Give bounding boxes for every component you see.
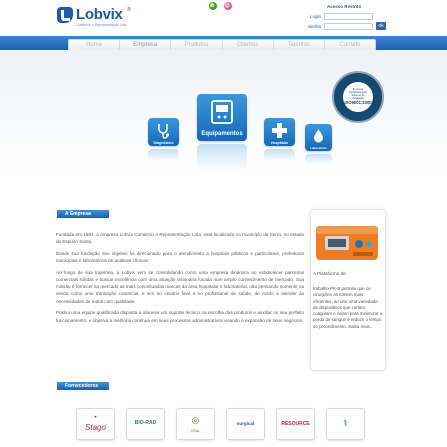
logo-tagline: Comércio e Representação Ltda [76, 23, 127, 27]
about-paragraph: Fundada em 1994, a empresa Lobvix Comérc… [56, 232, 304, 245]
about-text: Fundada em 1994, a empresa Lobvix Comérc… [56, 231, 304, 328]
iso-certification-seal: Empresa Certificada pelo Sistema de Qual… [332, 71, 384, 123]
stethoscope-icon [158, 124, 170, 139]
seal-inner: Empresa Certificada pelo Sistema de Qual… [343, 82, 373, 112]
product-description[interactable]: trabalho PK-B permite que os cirurgiões … [313, 286, 383, 330]
medical-cross-icon [272, 123, 287, 138]
supplier-logo-text: Stago [85, 423, 106, 432]
featured-product-card[interactable]: A Plataforma de trabalho PK-B permite qu… [311, 210, 385, 370]
category-equipamentos[interactable]: Equipamentos [197, 94, 247, 170]
category-diagnostico[interactable]: Diagnóstico [148, 118, 179, 161]
category-laboratorio[interactable]: Laboratório [305, 124, 332, 164]
product-photo [316, 226, 378, 260]
supplier-logo-cral[interactable]: ◎ CRAL [176, 408, 215, 440]
supplier-logo-stago[interactable]: ♥ Stago [76, 408, 115, 440]
supplier-logo-text: BIO-RAD [134, 420, 157, 426]
logo-mark-icon [57, 7, 73, 23]
about-paragraph: Ao longo de sua trajetória, a Lobvix vem… [56, 269, 304, 304]
category-reflection [305, 154, 332, 164]
lobvix-logo[interactable]: Lobvix ® Comércio e Representação Ltda [57, 6, 137, 28]
category-reflection [197, 144, 247, 170]
supplier-logo-text: RESOURCE [281, 421, 310, 427]
login-label: Login [309, 14, 321, 19]
password-input[interactable] [324, 23, 373, 30]
brazil-flag-icon[interactable] [209, 2, 217, 10]
language-flag-icon[interactable] [224, 2, 232, 10]
monitor-device-icon [211, 100, 233, 124]
logo-registered-mark: ® [127, 7, 131, 13]
supplier-logo-text: surgical [236, 421, 255, 426]
login-row: Login [305, 13, 387, 21]
water-drop-icon [314, 129, 323, 143]
fornecedores-heading: Fornecedores [57, 382, 109, 390]
seal-caption: Empresa Certificada pelo Sistema de Qual… [348, 88, 368, 100]
supplier-logo-text: CRAL [190, 429, 201, 433]
stago-bird-icon: ♥ [94, 414, 97, 419]
product-heading: A Plataforma de [313, 271, 346, 276]
supplier-logo-surgical[interactable]: surgical [226, 408, 265, 440]
supplier-logo-other[interactable]: ⚕ [326, 408, 365, 440]
seal-standard: ISO9001:2000 [344, 100, 372, 105]
category-reflection [264, 149, 295, 161]
category-label: Equipamentos [201, 131, 243, 137]
cral-swirl-icon: ◎ [191, 415, 200, 425]
supplier-logos: ♥ Stago BIO-RAD ◎ CRAL surgical RESOURCE… [76, 408, 376, 440]
supplier-logo-resource[interactable]: RESOURCE [276, 408, 315, 440]
login-submit-button[interactable]: ok [376, 22, 386, 30]
category-reflection [148, 149, 179, 161]
logo-brand-name: Lobvix [76, 6, 123, 23]
site-header: Lobvix ® Comércio e Representação Ltda A… [0, 0, 447, 36]
about-paragraph: Desde sua fundação seu objetivo foi dire… [56, 250, 304, 264]
category-label: Diagnóstico [153, 141, 174, 145]
category-label: Hospitalar [270, 141, 289, 145]
login-title: Acesso Restrito [327, 4, 362, 9]
about-paragraph: Possui uma equipe qualificada disposta a… [56, 310, 304, 323]
empresa-heading: A Empresa [57, 210, 109, 218]
category-hospitalar[interactable]: Hospitalar [264, 118, 295, 161]
password-row: Senha [305, 23, 387, 31]
password-label: Senha [307, 24, 321, 29]
category-label: Laboratório [310, 146, 327, 150]
supplier-logo-biorad[interactable]: BIO-RAD [126, 408, 165, 440]
supplier-emblem-icon: ⚕ [343, 418, 348, 428]
login-input[interactable] [324, 13, 373, 20]
